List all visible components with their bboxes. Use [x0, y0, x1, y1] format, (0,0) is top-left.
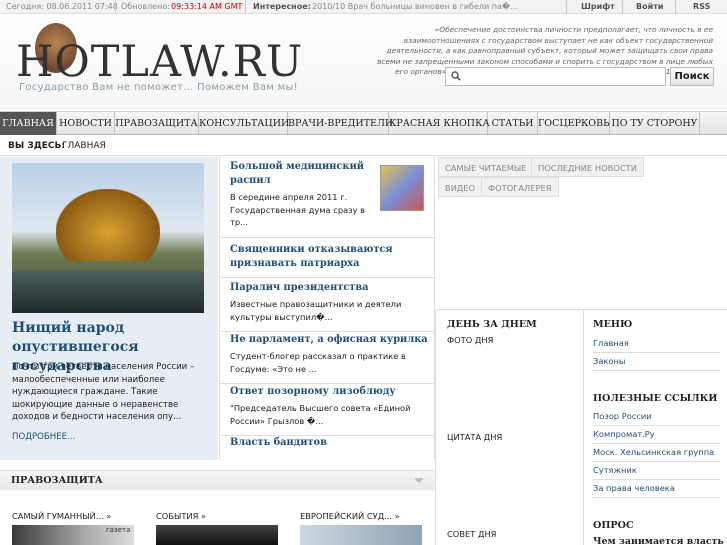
- poll-title: ОПРОС: [593, 520, 634, 531]
- nav-item-news[interactable]: НОВОСТИ: [57, 112, 115, 135]
- rss-link[interactable]: RSS: [693, 2, 710, 11]
- news-thumbnail[interactable]: [380, 165, 424, 211]
- tabs-panel: САМЫЕ ЧИТАЕМЫЕ ПОСЛЕДНИЕ НОВОСТИ ВИДЕО Ф…: [436, 157, 727, 310]
- login-button[interactable]: Войти: [636, 2, 663, 11]
- featured-article: Нищий народ опустившегося государства По…: [0, 157, 218, 460]
- menu-item-home[interactable]: Главная: [593, 335, 720, 353]
- news-title[interactable]: Паралич президентства: [230, 281, 430, 295]
- thumbnail-caption: газета: [106, 526, 131, 534]
- news-title[interactable]: Власть бандитов: [230, 436, 430, 450]
- site-slogan: Государство Вам не поможет... Поможем Ва…: [19, 82, 298, 93]
- section-header: ПРАВОЗАЩИТА: [0, 470, 435, 490]
- daily-title: ДЕНЬ ЗА ДНЕМ: [447, 319, 537, 330]
- featured-text: Почти три четверти населения России – ма…: [12, 362, 195, 422]
- news-title[interactable]: Священники отказываются признавать патри…: [230, 243, 430, 271]
- site-logo[interactable]: HOTLAW.RU: [16, 37, 303, 87]
- tab-latest-news[interactable]: ПОСЛЕДНИЕ НОВОСТИ: [531, 157, 644, 177]
- breadcrumb-label: ВЫ ЗДЕСЬ:: [8, 141, 65, 151]
- news-list: Большой медицинский распил В середине ап…: [219, 157, 436, 460]
- menu-item-laws[interactable]: Законы: [593, 353, 720, 371]
- font-button[interactable]: Шрифт: [581, 2, 615, 11]
- updated-time: 09:33:14 AM GMT: [171, 2, 243, 11]
- nav-item-consultations[interactable]: КОНСУЛЬТАЦИИ: [199, 112, 289, 135]
- featured-photo[interactable]: [12, 163, 204, 313]
- poll-question: Чем занимается власть: [593, 536, 724, 545]
- section-link[interactable]: ЕВРОПЕЙСКИЙ СУД... »: [300, 511, 400, 521]
- nav-item-other-side[interactable]: ПО ТУ СТОРОНУ: [610, 112, 700, 135]
- nav-item-doctors[interactable]: ВРАЧИ-ВРЕДИТЕЛИ: [288, 112, 393, 135]
- photo-of-day-label[interactable]: ФОТО ДНЯ: [447, 335, 493, 345]
- nav-item-home[interactable]: ГЛАВНАЯ: [0, 112, 57, 135]
- tab-most-read[interactable]: САМЫЕ ЧИТАЕМЫЕ: [438, 157, 534, 177]
- tab-photo-gallery[interactable]: ФОТОГАЛЕРЕЯ: [481, 177, 559, 197]
- daily-column: ДЕНЬ ЗА ДНЕМ ФОТО ДНЯ ЦИТАТА ДНЯ СОВЕТ Д…: [436, 310, 584, 545]
- news-title[interactable]: Ответ позорному лизоблюду: [230, 385, 430, 399]
- news-title[interactable]: Большой медицинский распил: [230, 160, 370, 188]
- useful-link[interactable]: Моск. Хельсинкская группа: [593, 444, 720, 462]
- section-link[interactable]: СОБЫТИЯ »: [156, 511, 206, 521]
- nav-item-red-button[interactable]: КРАСНАЯ КНОПКА: [389, 112, 490, 135]
- featured-more-link[interactable]: ПОДРОБНЕЕ...: [12, 432, 75, 442]
- news-item: Священники отказываются признавать патри…: [220, 238, 436, 278]
- updated-label: Обновлено:: [121, 2, 170, 11]
- section-link[interactable]: САМЫЙ ГУМАННЫЙ... »: [12, 511, 111, 521]
- search-button[interactable]: Поиск: [670, 67, 714, 86]
- useful-link[interactable]: За права человека: [593, 480, 720, 498]
- news-text: "Председатель Высшего совета «Единой Рос…: [230, 403, 411, 426]
- header: HOTLAW.RU Государство Вам не поможет... …: [0, 15, 727, 110]
- quote-of-day-label: ЦИТАТА ДНЯ: [447, 432, 503, 442]
- news-text: В середине апреля 2011 г. Государственна…: [230, 192, 366, 227]
- useful-link[interactable]: Компромат.Ру: [593, 426, 720, 444]
- section-title[interactable]: ПРАВОЗАЩИТА: [11, 475, 103, 486]
- interesting-link[interactable]: 2010/10 Врач больницы виновен в гибели п…: [312, 2, 518, 11]
- useful-link[interactable]: Сутяжник: [593, 462, 720, 480]
- search-icon: [451, 71, 461, 81]
- news-item: Не парламент, а офисная курилка Студент-…: [220, 332, 436, 384]
- column-divider: [435, 310, 436, 545]
- useful-links-title: ПОЛЕЗНЫЕ ССЫЛКИ: [593, 393, 718, 404]
- advice-of-day-label: СОВЕТ ДНЯ: [447, 529, 497, 539]
- news-text: Известные правозащитники и деятели культ…: [230, 299, 402, 322]
- section-thumbnail[interactable]: газета: [12, 525, 134, 545]
- tab-video[interactable]: ВИДЕО: [438, 177, 483, 197]
- news-text: Студент-блогер рассказал о практике в Го…: [230, 351, 406, 374]
- chevron-down-icon[interactable]: [414, 478, 424, 483]
- news-item: Паралич президентства Известные правозащ…: [220, 278, 436, 332]
- top-bar: Сегодня: 08.06.2011 07:48 Обновлено: 09:…: [0, 0, 727, 14]
- current-date: Сегодня: 08.06.2011 07:48: [6, 2, 118, 11]
- section-thumbnail[interactable]: [156, 525, 278, 545]
- search-box: [445, 67, 666, 86]
- nav-item-articles[interactable]: СТАТЬИ: [488, 112, 538, 135]
- news-title[interactable]: Не парламент, а офисная курилка: [230, 333, 430, 347]
- useful-link[interactable]: Позор России: [593, 408, 720, 426]
- nav-item-state-church[interactable]: ГОСЦЕРКОВЬ: [538, 112, 610, 135]
- main-nav: ГЛАВНАЯ НОВОСТИ ПРАВОЗАЩИТА КОНСУЛЬТАЦИИ…: [0, 111, 727, 135]
- news-item: Большой медицинский распил В середине ап…: [220, 157, 436, 238]
- interesting-label: Интересное:: [253, 2, 311, 11]
- nav-item-rights[interactable]: ПРАВОЗАЩИТА: [115, 112, 199, 135]
- links-column: МЕНЮ Главная Законы ПОЛЕЗНЫЕ ССЫЛКИ Позо…: [585, 310, 727, 545]
- breadcrumb: ВЫ ЗДЕСЬ: ГЛАВНАЯ: [0, 136, 727, 156]
- news-item: Ответ позорному лизоблюду "Председатель …: [220, 384, 436, 436]
- breadcrumb-current[interactable]: ГЛАВНАЯ: [62, 136, 106, 156]
- search-input[interactable]: [466, 69, 661, 84]
- section-thumbnail[interactable]: [300, 525, 422, 545]
- menu-title: МЕНЮ: [593, 319, 633, 330]
- news-item: Власть бандитов: [220, 436, 436, 460]
